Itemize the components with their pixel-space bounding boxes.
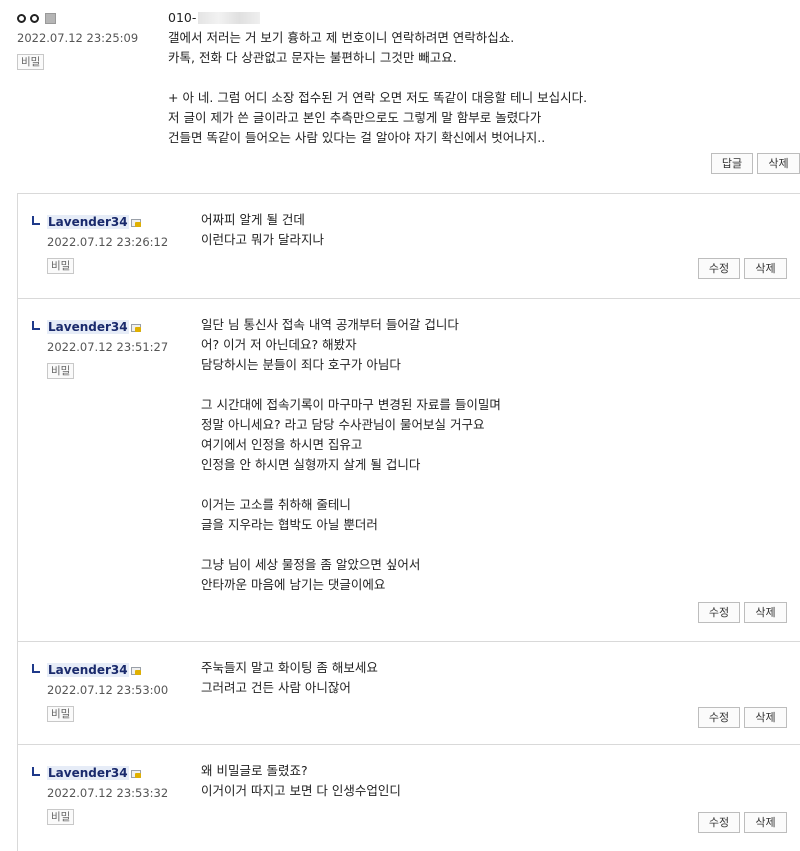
author-line: Lavender34 [32,662,168,678]
reply-line: 그 시간대에 접속기록이 마구마구 변경된 자료를 들이밀며 [201,397,501,412]
reply-arrow-icon [32,320,40,330]
reply-line: 그냥 님이 세상 물정을 좀 알았으면 싶어서 [201,557,421,572]
comment-date: 2022.07.12 23:25:09 [17,31,139,45]
reply-line: 어? 이거 저 아닌데요? 해봤자 [201,337,357,352]
image-icon [45,12,56,24]
reply-meta: Lavender34 2022.07.12 23:53:32 비밀 [32,765,168,825]
reply-actions: 수정 삭제 [698,812,787,833]
reply-line: 주눅들지 말고 화이팅 좀 해보세요 [201,660,378,675]
reply-line: 어짜피 알게 될 건데 [201,212,305,227]
author-nickname[interactable]: Lavender34 [47,663,129,677]
author-nickname[interactable]: Lavender34 [47,215,129,229]
lock-icon [130,665,142,676]
reply-date: 2022.07.12 23:51:27 [47,340,169,354]
comment-actions: 답글 삭제 [711,153,800,174]
author-line: Lavender34 [32,214,168,230]
reply-actions: 수정 삭제 [698,707,787,728]
secret-badge: 비밀 [47,363,75,379]
reply-item: Lavender34 2022.07.12 23:51:27 비밀 일단 님 통… [17,298,800,642]
reply-arrow-icon [32,766,40,776]
reply-line: 이거는 고소를 취하해 줄테니 [201,497,351,512]
reply-arrow-icon [32,663,40,673]
reply-item: Lavender34 2022.07.12 23:53:32 비밀 왜 비밀글로… [17,744,800,851]
secret-badge: 비밀 [17,54,45,70]
reply-line: 일단 님 통신사 접속 내역 공개부터 들어갈 겁니다 [201,317,459,332]
secret-badge: 비밀 [47,706,75,722]
anonymous-author [17,10,138,26]
reply-line: 인정을 안 하시면 실형까지 살게 될 겁니다 [201,457,421,472]
edit-button[interactable]: 수정 [698,707,740,728]
reply-line: 여기에서 인정을 하시면 집유고 [201,437,363,452]
circle-icon [17,13,26,23]
reply-line: 글을 지우라는 협박도 아닐 뿐더러 [201,517,378,532]
reply-arrow-icon [32,215,40,225]
comment-line: 건들면 똑같이 들어오는 사람 있다는 걸 알아야 자기 확신에서 벗어나지.. [168,130,546,145]
reply-item: Lavender34 2022.07.12 23:53:00 비밀 주눅들지 말… [17,641,800,745]
comment-line: + 아 네. 그럼 어디 소장 접수된 거 연락 오면 저도 똑같이 대응할 테… [168,90,588,105]
reply-body: 주눅들지 말고 화이팅 좀 해보세요 그러려고 건든 사람 아니잖어 [201,658,378,698]
delete-button[interactable]: 삭제 [744,707,787,728]
comment-line: 카톡, 전화 다 상관없고 문자는 불편하니 그것만 빼고요. [168,50,457,65]
reply-meta: Lavender34 2022.07.12 23:53:00 비밀 [32,662,168,722]
lock-icon [130,322,142,333]
author-nickname[interactable]: Lavender34 [47,766,129,780]
reply-actions: 수정 삭제 [698,258,787,279]
reply-body: 어짜피 알게 될 건데 이런다고 뭐가 달라지나 [201,210,324,250]
author-line: Lavender34 [32,319,168,335]
edit-button[interactable]: 수정 [698,258,740,279]
reply-actions: 수정 삭제 [698,602,787,623]
reply-body: 왜 비밀글로 돌렸죠? 이거이거 따지고 보면 다 인생수업인디 [201,761,401,801]
phone-line: 010- [168,8,587,28]
comment-body: 010- 갤에서 저러는 거 보기 흉하고 제 번호이니 연락하려면 연락하십쇼… [168,8,587,148]
reply-date: 2022.07.12 23:53:32 [47,786,169,800]
lock-icon [130,768,142,779]
delete-button[interactable]: 삭제 [744,258,787,279]
edit-button[interactable]: 수정 [698,812,740,833]
reply-line: 이거이거 따지고 보면 다 인생수업인디 [201,783,401,798]
circle-icon [30,13,39,23]
edit-button[interactable]: 수정 [698,602,740,623]
author-line: Lavender34 [32,765,168,781]
reply-line: 정말 아니세요? 라고 담당 수사관님이 물어보실 거구요 [201,417,485,432]
reply-line: 안타까운 마음에 남기는 댓글이에요 [201,577,386,592]
reply-line: 그러려고 건든 사람 아니잖어 [201,680,351,695]
reply-button[interactable]: 답글 [711,153,753,174]
author-nickname[interactable]: Lavender34 [47,320,129,334]
reply-line: 왜 비밀글로 돌렸죠? [201,763,308,778]
secret-badge: 비밀 [47,809,75,825]
delete-button[interactable]: 삭제 [744,812,787,833]
comment-meta: 2022.07.12 23:25:09 비밀 [17,10,138,70]
reply-item: Lavender34 2022.07.12 23:26:12 비밀 어짜피 알게… [17,193,800,299]
comment-line: 갤에서 저러는 거 보기 흉하고 제 번호이니 연락하려면 연락하십쇼. [168,30,515,45]
reply-date: 2022.07.12 23:53:00 [47,683,169,697]
reply-date: 2022.07.12 23:26:12 [47,235,169,249]
reply-line: 이런다고 뭐가 달라지나 [201,232,324,247]
reply-meta: Lavender34 2022.07.12 23:51:27 비밀 [32,319,168,379]
delete-button[interactable]: 삭제 [757,153,800,174]
reply-meta: Lavender34 2022.07.12 23:26:12 비밀 [32,214,168,274]
secret-badge: 비밀 [47,258,75,274]
lock-icon [130,217,142,228]
comment-item: 2022.07.12 23:25:09 비밀 010- 갤에서 저러는 거 보기… [0,0,800,193]
reply-line: 담당하시는 분들이 죄다 호구가 아님다 [201,357,401,372]
reply-body: 일단 님 통신사 접속 내역 공개부터 들어갈 겁니다 어? 이거 저 아닌데요… [201,315,501,595]
comment-line: 저 글이 제가 쓴 글이라고 본인 추측만으로도 그렇게 말 함부로 놀렸다가 [168,110,542,125]
delete-button[interactable]: 삭제 [744,602,787,623]
phone-prefix: 010- [168,10,197,25]
blurred-phone-number [198,12,261,24]
